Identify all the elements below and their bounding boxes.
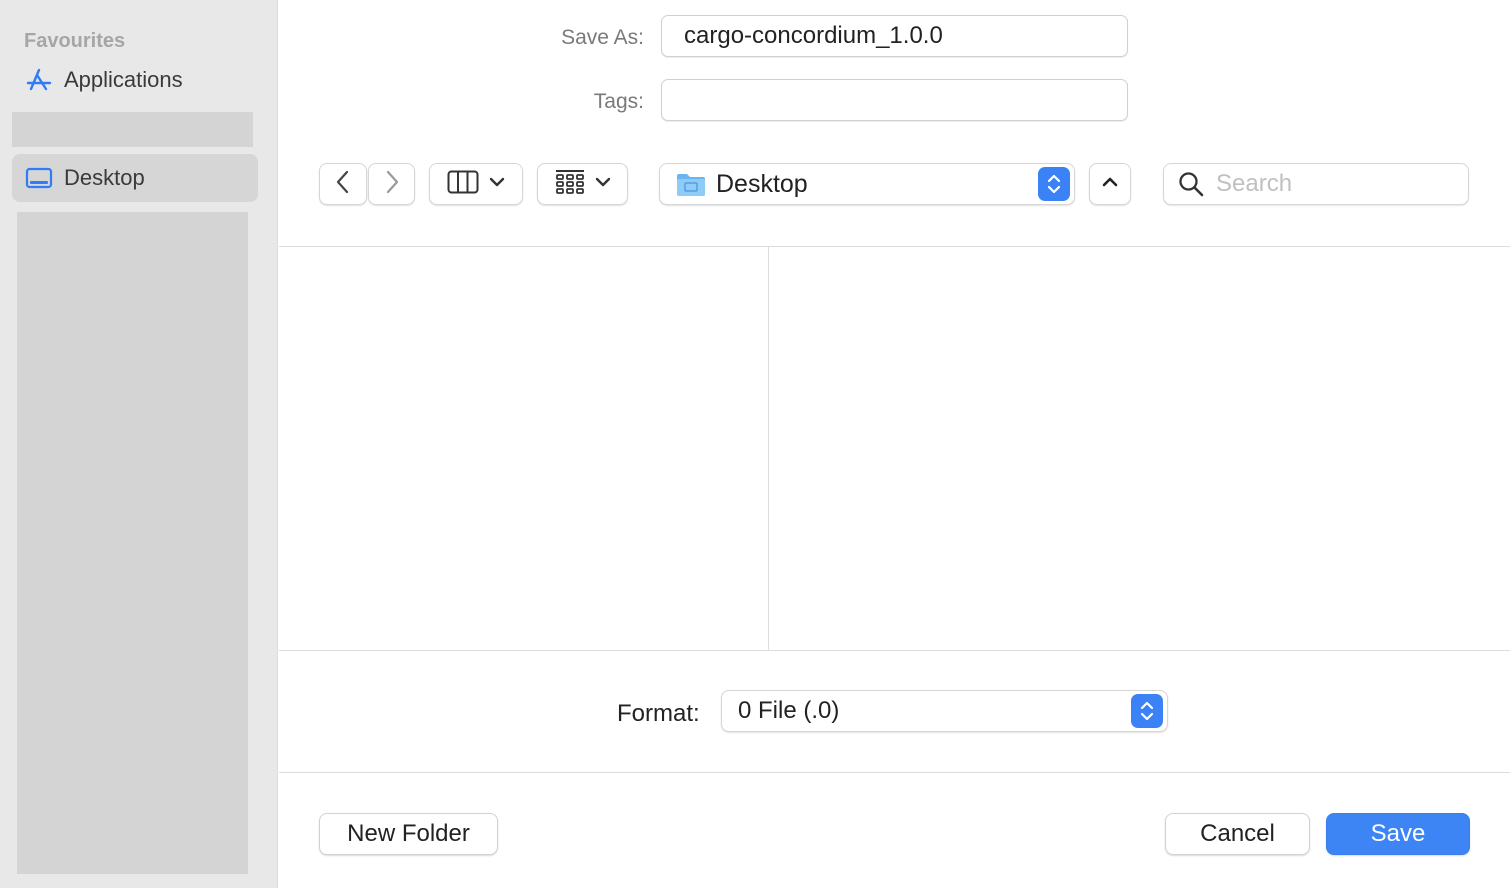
browser-column-1[interactable] bbox=[279, 247, 768, 650]
save-as-field[interactable] bbox=[661, 15, 1128, 57]
sidebar-item-label: Applications bbox=[64, 67, 183, 92]
format-popup[interactable]: 0 File (.0) bbox=[721, 690, 1168, 732]
sidebar-placeholder-row bbox=[12, 112, 253, 147]
back-button[interactable] bbox=[319, 163, 367, 205]
location-popup[interactable]: Desktop bbox=[659, 163, 1075, 205]
tags-label: Tags: bbox=[593, 90, 644, 113]
popup-stepper-icon bbox=[1038, 167, 1070, 201]
search-icon bbox=[1178, 171, 1204, 197]
location-label: Desktop bbox=[716, 169, 808, 198]
sidebar-item-applications[interactable]: Applications bbox=[12, 56, 258, 104]
save-as-label: Save As: bbox=[561, 26, 644, 49]
folder-icon bbox=[676, 171, 706, 197]
save-panel: Save As: Tags: bbox=[279, 0, 1510, 888]
desktop-icon bbox=[24, 163, 54, 193]
group-mode-button[interactable] bbox=[537, 163, 628, 205]
chevron-down-icon bbox=[489, 175, 505, 193]
chevron-right-icon bbox=[384, 170, 400, 199]
new-folder-button[interactable]: New Folder bbox=[319, 813, 498, 855]
search-input[interactable] bbox=[1216, 170, 1456, 198]
chevron-down-icon bbox=[595, 175, 611, 193]
tags-field[interactable] bbox=[661, 79, 1128, 121]
sidebar-section-favourites: Favourites bbox=[24, 30, 126, 52]
format-value: 0 File (.0) bbox=[738, 697, 840, 724]
divider bbox=[279, 650, 1510, 651]
popup-stepper-icon bbox=[1131, 694, 1163, 728]
sidebar-item-label: Desktop bbox=[64, 165, 145, 190]
save-button[interactable]: Save bbox=[1326, 813, 1470, 855]
view-mode-button[interactable] bbox=[429, 163, 523, 205]
sidebar-item-desktop[interactable]: Desktop bbox=[12, 154, 258, 202]
sidebar: Favourites Applications Desktop bbox=[0, 0, 278, 888]
format-label: Format: bbox=[617, 700, 700, 727]
sidebar-placeholder-list bbox=[17, 212, 248, 874]
expand-collapse-button[interactable] bbox=[1089, 163, 1131, 205]
chevron-left-icon bbox=[335, 170, 351, 199]
chevron-up-icon bbox=[1102, 175, 1118, 193]
cancel-button[interactable]: Cancel bbox=[1165, 813, 1310, 855]
search-field[interactable] bbox=[1163, 163, 1469, 205]
grid-view-icon bbox=[555, 169, 585, 200]
columns-view-icon bbox=[447, 170, 479, 199]
applications-icon bbox=[24, 65, 54, 95]
browser-column-2[interactable] bbox=[769, 247, 1510, 650]
forward-button[interactable] bbox=[368, 163, 415, 205]
divider bbox=[279, 772, 1510, 773]
